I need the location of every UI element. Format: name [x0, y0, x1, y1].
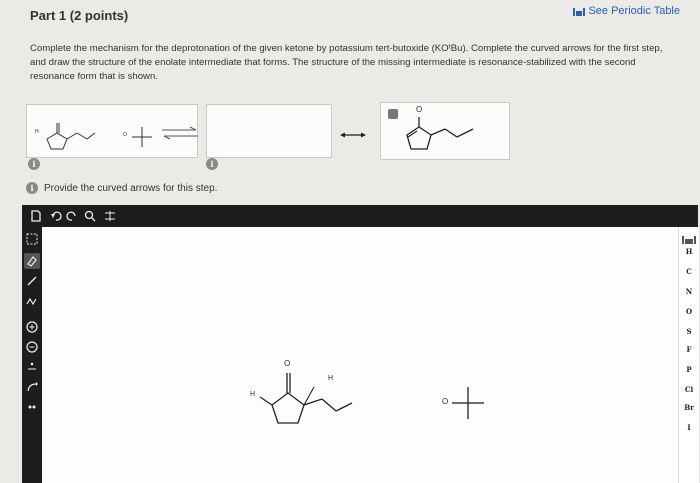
element-s[interactable]: S — [679, 327, 699, 336]
element-br[interactable]: Br — [679, 403, 699, 412]
element-palette: H C N O S F P Cl Br I — [678, 227, 699, 483]
box1-h-label: H — [35, 129, 39, 135]
canvas-carbonyl-oxygen: O — [284, 359, 291, 368]
element-cl[interactable]: Cl — [679, 385, 699, 394]
eraser-tool[interactable] — [24, 253, 40, 269]
lock-icon — [388, 109, 398, 119]
periodic-table-label[interactable]: See Periodic Table — [588, 5, 680, 17]
bond-icon — [27, 276, 37, 286]
step-instruction: i Provide the curved arrows for this ste… — [26, 182, 217, 194]
negative-charge-tool[interactable] — [24, 339, 40, 355]
select-tool[interactable] — [24, 231, 40, 247]
element-i[interactable]: I — [679, 423, 699, 432]
equilibrium-arrow — [160, 126, 200, 145]
enolate-drawing-box[interactable] — [206, 104, 332, 158]
periodic-table-link[interactable]: See Periodic Table — [573, 5, 680, 17]
undo-icon — [51, 211, 62, 221]
info-icon[interactable]: i — [26, 182, 38, 194]
document-icon — [31, 210, 41, 222]
new-document-button[interactable] — [28, 208, 44, 224]
editor-toolbar — [22, 205, 698, 227]
canvas-h-alpha: H — [250, 391, 256, 398]
left-toolbar — [22, 227, 42, 483]
part-title: Part 1 (2 points) — [30, 8, 129, 23]
structure-tool-button[interactable] — [102, 208, 118, 224]
instructions: Complete the mechanism for the deprotona… — [30, 43, 663, 82]
redo-icon — [66, 211, 76, 221]
element-o[interactable]: O — [679, 307, 699, 316]
minus-charge-icon — [26, 341, 38, 353]
undo-button[interactable] — [48, 208, 64, 224]
canvas-structures — [259, 373, 484, 424]
step-label: Provide the curved arrows for this step. — [44, 182, 218, 194]
info-icon[interactable]: i — [28, 158, 40, 170]
drawing-editor: H H O O H C N O S F P Cl Br I — [22, 205, 699, 483]
eraser-icon — [27, 256, 37, 267]
structure-icon — [105, 211, 115, 221]
redo-button[interactable] — [64, 208, 80, 224]
zoom-button[interactable] — [82, 208, 98, 224]
canvas-h-beta: H — [328, 375, 334, 382]
info-icon[interactable]: i — [206, 158, 218, 170]
chain-icon — [26, 297, 37, 306]
select-icon — [26, 233, 38, 245]
element-c[interactable]: C — [679, 267, 699, 276]
bond-tool[interactable] — [24, 273, 40, 289]
box1-base-oxygen: O — [123, 132, 127, 138]
lone-pair-tool[interactable] — [24, 399, 40, 415]
drawing-canvas[interactable]: H H O O — [42, 227, 678, 483]
plus-charge-icon — [26, 321, 38, 333]
periodic-table-icon — [573, 6, 586, 16]
element-f[interactable]: F — [679, 345, 699, 354]
enolate-oxygen-label: O — [416, 105, 423, 114]
element-h[interactable]: H — [679, 247, 699, 256]
lone-pair-icon — [28, 405, 36, 409]
element-p[interactable]: P — [679, 365, 699, 374]
arrow-tool[interactable] — [24, 379, 40, 395]
curved-arrow-icon — [27, 382, 38, 392]
radical-icon — [28, 362, 36, 370]
resonance-form-box: O — [380, 102, 510, 160]
chain-tool[interactable] — [24, 293, 40, 309]
canvas-base-oxygen: O — [442, 397, 449, 406]
positive-charge-tool[interactable] — [24, 319, 40, 335]
resonance-arrow — [340, 126, 366, 144]
element-n[interactable]: N — [679, 287, 699, 296]
radical-tool[interactable] — [24, 359, 40, 375]
zoom-icon — [84, 210, 96, 222]
header: Part 1 (2 points) See Periodic Table — [0, 0, 700, 26]
